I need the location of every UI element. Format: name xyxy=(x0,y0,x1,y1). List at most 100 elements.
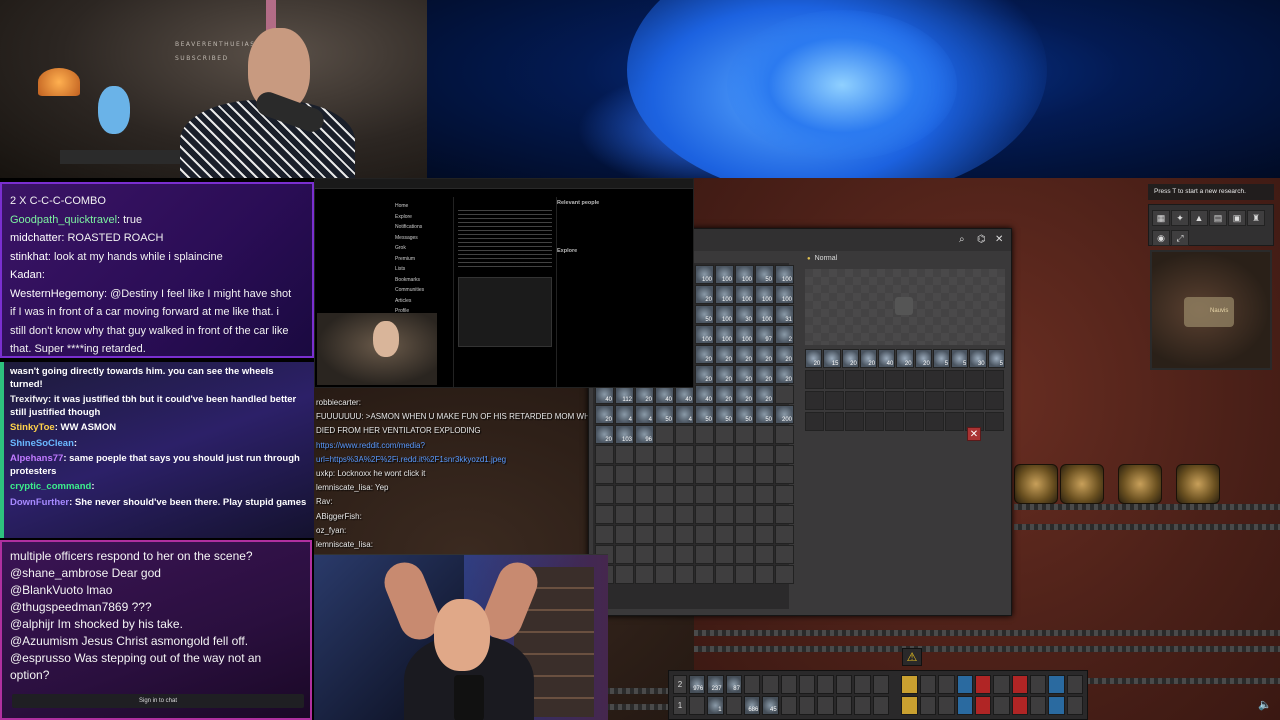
x-nav-item[interactable]: Lists xyxy=(395,264,445,275)
quickbar-tool-slot[interactable] xyxy=(1030,696,1047,715)
inventory-slot-empty[interactable] xyxy=(695,545,714,564)
inventory-slot[interactable]: 20 xyxy=(755,365,774,384)
inventory-slot[interactable] xyxy=(755,425,774,444)
inventory-slot-empty[interactable] xyxy=(675,565,694,584)
inventory-slot[interactable] xyxy=(675,425,694,444)
inventory-slot[interactable]: 20 xyxy=(755,345,774,364)
inventory-slot[interactable] xyxy=(775,425,794,444)
inventory-slot[interactable]: 100 xyxy=(735,325,754,344)
search-icon[interactable]: ⌕ xyxy=(959,235,969,245)
inventory-slot-empty[interactable] xyxy=(635,445,654,464)
inventory-slot[interactable]: 20 xyxy=(595,425,614,444)
inventory-slot-empty[interactable] xyxy=(615,445,634,464)
quickbar-slot[interactable] xyxy=(854,696,871,715)
inventory-slot-empty[interactable] xyxy=(635,465,654,484)
quickbar-tool-slot[interactable] xyxy=(1011,696,1029,715)
quickbar-slot[interactable] xyxy=(780,696,798,715)
chat-username[interactable]: WesternHegemony xyxy=(10,288,104,300)
close-icon[interactable]: ✕ xyxy=(995,235,1005,245)
logistic-slot-empty[interactable] xyxy=(945,412,964,431)
inventory-slot-empty[interactable] xyxy=(655,545,674,564)
logistic-slot[interactable]: 15 xyxy=(823,349,841,368)
quickbar-slot[interactable] xyxy=(817,675,834,694)
chat-username[interactable]: StinkyToe xyxy=(10,422,55,433)
inventory-slot-empty[interactable] xyxy=(775,465,794,484)
chat-username[interactable]: Alpehans77 xyxy=(10,453,63,464)
inventory-slot[interactable] xyxy=(655,425,674,444)
chat-username[interactable]: Trexifwy xyxy=(10,394,48,405)
logistic-slot[interactable]: 40 xyxy=(878,349,896,368)
inventory-slot-empty[interactable] xyxy=(715,445,734,464)
x-nav-item[interactable]: Notifications xyxy=(395,222,445,233)
inventory-slot-empty[interactable] xyxy=(655,445,674,464)
inventory-slot-empty[interactable] xyxy=(675,505,694,524)
inventory-slot-empty[interactable] xyxy=(735,485,754,504)
inventory-slot-empty[interactable] xyxy=(775,545,794,564)
x-nav-item[interactable]: Explore xyxy=(395,212,445,223)
inventory-slot-empty[interactable] xyxy=(675,465,694,484)
chat-link[interactable]: url=https%3A%2F%2Fi.redd.it%2F1snr3kkyoz… xyxy=(316,455,506,464)
chat-username[interactable]: lemniscate_lisa xyxy=(316,540,371,549)
logistic-slot-empty[interactable] xyxy=(905,370,924,389)
inventory-slot-empty[interactable] xyxy=(735,505,754,524)
quickbar-tool-slot[interactable] xyxy=(1066,696,1084,715)
quickbar-tool-slot[interactable] xyxy=(901,675,918,694)
inventory-slot-empty[interactable] xyxy=(595,445,614,464)
inventory-slot-empty[interactable] xyxy=(595,505,614,524)
chat-username[interactable]: uxkp xyxy=(316,469,333,478)
inventory-slot[interactable]: 31 xyxy=(775,305,794,324)
inventory-slot[interactable]: 4 xyxy=(675,405,694,424)
quickbar-slot[interactable] xyxy=(799,696,816,715)
quickbar-tool-slot[interactable] xyxy=(993,675,1010,694)
inventory-slot-empty[interactable] xyxy=(715,525,734,544)
inventory-slot[interactable]: 100 xyxy=(775,285,794,304)
inventory-slot-empty[interactable] xyxy=(595,465,614,484)
inventory-slot-empty[interactable] xyxy=(715,545,734,564)
inventory-slot-empty[interactable] xyxy=(615,465,634,484)
logistic-slot-empty[interactable] xyxy=(805,391,824,410)
quickbar-tool-slot[interactable] xyxy=(1048,675,1065,694)
inventory-slot[interactable]: 4 xyxy=(635,405,654,424)
inventory-slot[interactable]: 20 xyxy=(715,385,734,404)
tech-icon[interactable]: ✦ xyxy=(1171,210,1189,226)
trophy-icon[interactable]: ♜ xyxy=(1247,210,1265,226)
quickbar-tool-slot[interactable] xyxy=(974,696,992,715)
inventory-slot-empty[interactable] xyxy=(755,545,774,564)
inventory-slot-empty[interactable] xyxy=(595,525,614,544)
inventory-slot[interactable]: 103 xyxy=(615,425,634,444)
quickbar-slot[interactable]: 87 xyxy=(725,675,742,694)
inventory-slot[interactable] xyxy=(695,425,714,444)
quickbar-tool-slot[interactable] xyxy=(956,696,973,715)
inventory-slot[interactable]: 20 xyxy=(695,345,714,364)
quickbar-slot[interactable] xyxy=(762,675,779,694)
inventory-slot[interactable]: 50 xyxy=(755,265,774,284)
inventory-slot-empty[interactable] xyxy=(775,505,794,524)
inventory-slot[interactable]: 4 xyxy=(615,405,634,424)
quickbar-tool-slot[interactable] xyxy=(938,696,955,715)
logistic-slot-empty[interactable] xyxy=(845,412,864,431)
inventory-slot[interactable]: 100 xyxy=(715,305,734,324)
inventory-slot-empty[interactable] xyxy=(775,525,794,544)
inventory-slot[interactable]: 50 xyxy=(695,405,714,424)
logistic-slot-empty[interactable] xyxy=(805,370,824,389)
logistic-slot-empty[interactable] xyxy=(925,391,944,410)
chat-username[interactable]: DownFurther xyxy=(10,497,69,508)
assembler-machine[interactable] xyxy=(1118,464,1162,504)
inventory-slot-empty[interactable] xyxy=(675,545,694,564)
chat-username[interactable]: robbiecarter xyxy=(316,398,359,407)
assembler-machine[interactable] xyxy=(1060,464,1104,504)
inventory-slot-empty[interactable] xyxy=(655,525,674,544)
quickbar-slot[interactable]: 237 xyxy=(707,675,724,694)
quickbar-slot[interactable] xyxy=(872,675,889,694)
quickbar-tool-slot[interactable] xyxy=(1048,696,1065,715)
inventory-slot-empty[interactable] xyxy=(735,445,754,464)
inventory-slot-empty[interactable] xyxy=(695,525,714,544)
quality-label[interactable]: Normal xyxy=(801,253,1009,265)
x-nav-item[interactable]: Articles xyxy=(395,296,445,307)
inventory-slot[interactable]: 20 xyxy=(735,365,754,384)
inventory-slot[interactable]: 50 xyxy=(715,405,734,424)
logistic-slot-empty[interactable] xyxy=(845,391,864,410)
eye-icon[interactable]: ◉ xyxy=(1152,230,1170,246)
logistic-slot-empty[interactable] xyxy=(845,370,864,389)
inventory-slot[interactable]: 20 xyxy=(735,385,754,404)
